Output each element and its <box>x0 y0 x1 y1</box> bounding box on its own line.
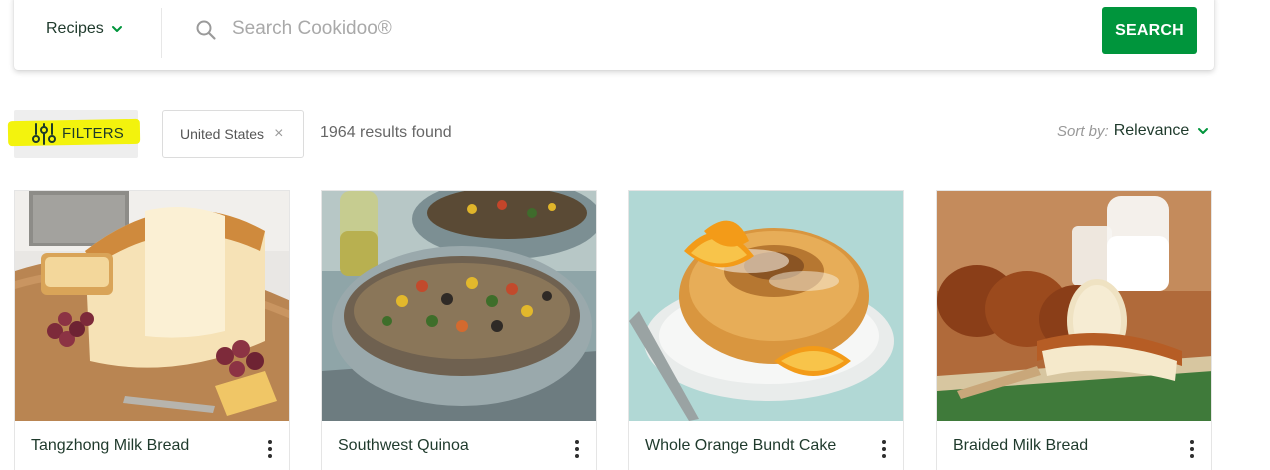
search-bar: Recipes SEARCH <box>14 0 1214 70</box>
search-button[interactable]: SEARCH <box>1102 7 1197 54</box>
recipe-image <box>322 191 596 421</box>
more-options-icon[interactable] <box>570 439 584 459</box>
recipe-card[interactable]: Tangzhong Milk Bread <box>14 190 290 470</box>
recipe-title: Whole Orange Bundt Cake <box>645 437 837 454</box>
sort-value: Relevance <box>1113 122 1190 139</box>
recipe-title: Braided Milk Bread <box>953 437 1089 454</box>
recipe-card[interactable]: Braided Milk Bread <box>936 190 1212 470</box>
filter-chip-country: United States × <box>162 110 304 158</box>
filters-label: FILTERS <box>62 125 124 142</box>
sort-prefix: Sort by: <box>1057 122 1109 140</box>
category-dropdown[interactable]: Recipes <box>46 18 124 40</box>
sort-dropdown[interactable]: Sort by: Relevance <box>1057 122 1210 140</box>
more-options-icon[interactable] <box>263 439 277 459</box>
sliders-icon <box>32 123 56 145</box>
search-icon <box>196 20 216 40</box>
results-count: 1964 results found <box>320 124 452 141</box>
more-options-icon[interactable] <box>1185 439 1199 459</box>
recipe-image <box>15 191 289 421</box>
category-label: Recipes <box>46 20 104 37</box>
close-icon[interactable]: × <box>274 126 283 142</box>
filter-chip-label: United States <box>180 126 265 142</box>
recipe-card[interactable]: Whole Orange Bundt Cake <box>628 190 904 470</box>
recipe-image <box>629 191 903 421</box>
chevron-down-icon <box>111 26 122 32</box>
chevron-down-icon <box>1198 128 1209 134</box>
divider <box>161 8 162 58</box>
recipe-title: Southwest Quinoa <box>338 437 469 454</box>
recipe-title: Tangzhong Milk Bread <box>31 437 190 454</box>
search-input[interactable] <box>232 12 1092 46</box>
more-options-icon[interactable] <box>877 439 891 459</box>
recipe-image <box>937 191 1211 421</box>
recipe-card[interactable]: Southwest Quinoa <box>321 190 597 470</box>
